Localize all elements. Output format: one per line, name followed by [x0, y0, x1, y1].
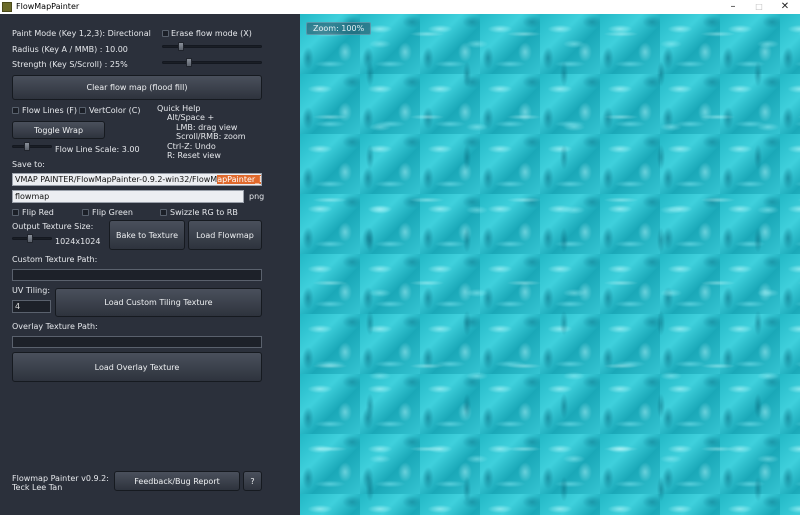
- swizzle-checkbox[interactable]: [160, 209, 167, 216]
- zoom-indicator: Zoom: 100%: [306, 22, 372, 35]
- version-label: Flowmap Painter v0.9.2:: [12, 474, 109, 483]
- overlay-texture-path-input[interactable]: [12, 336, 262, 348]
- overlay-texture-path-label: Overlay Texture Path:: [12, 322, 98, 331]
- bake-to-texture-button[interactable]: Bake to Texture: [109, 220, 185, 250]
- paint-mode-label: Paint Mode (Key 1,2,3): Directional: [12, 29, 151, 38]
- quick-help-line: Scroll/RMB: zoom: [176, 132, 246, 141]
- output-texture-size-label: Output Texture Size:: [12, 222, 94, 231]
- title-bar: FlowMapPainter – □ ✕: [0, 0, 800, 14]
- output-size-slider-knob[interactable]: [27, 234, 33, 243]
- save-path-selection: apPainter_Data: [217, 175, 261, 184]
- app-icon: [2, 2, 12, 12]
- close-button[interactable]: ✕: [772, 0, 798, 14]
- uv-tiling-label: UV Tiling:: [12, 286, 51, 295]
- custom-texture-path-label: Custom Texture Path:: [12, 255, 98, 264]
- water-texture-viewport[interactable]: Zoom: 100%: [300, 14, 800, 515]
- flow-lines-label: Flow Lines (F): [22, 106, 78, 115]
- radius-slider[interactable]: [162, 42, 262, 51]
- strength-slider[interactable]: [162, 58, 262, 67]
- quick-help-line: R: Reset view: [167, 151, 221, 160]
- flow-line-scale-slider-knob[interactable]: [24, 142, 30, 151]
- erase-flow-checkbox[interactable]: [162, 30, 169, 37]
- toggle-wrap-button[interactable]: Toggle Wrap: [12, 121, 105, 139]
- radius-label: Radius (Key A / MMB) : 10.00: [12, 45, 128, 54]
- author-label: Teck Lee Tan: [12, 483, 63, 492]
- load-flowmap-button[interactable]: Load Flowmap: [188, 220, 262, 250]
- radius-slider-knob[interactable]: [178, 42, 184, 51]
- output-size-slider[interactable]: [12, 234, 52, 243]
- custom-texture-path-input[interactable]: [12, 269, 262, 281]
- control-panel: Paint Mode (Key 1,2,3): Directional Eras…: [0, 14, 300, 515]
- help-button[interactable]: ?: [243, 471, 262, 491]
- strength-label: Strength (Key S/Scroll) : 25%: [12, 60, 128, 69]
- flow-lines-checkbox[interactable]: [12, 107, 19, 114]
- vert-color-checkbox[interactable]: [79, 107, 86, 114]
- quick-help-line: Alt/Space +: [167, 113, 215, 122]
- quick-help-line: LMB: drag view: [176, 123, 238, 132]
- flip-red-label: Flip Red: [22, 208, 54, 217]
- window-title: FlowMapPainter: [16, 2, 80, 11]
- quick-help-line: Ctrl-Z: Undo: [167, 142, 216, 151]
- flip-red-checkbox[interactable]: [12, 209, 19, 216]
- filename-input[interactable]: flowmap: [12, 190, 244, 203]
- minimize-button[interactable]: –: [720, 0, 746, 14]
- erase-flow-label: Erase flow mode (X): [171, 29, 252, 38]
- uv-tiling-input[interactable]: 4: [12, 300, 51, 313]
- save-path-text: VMAP PAINTER/FlowMapPainter-0.9.2-win32/…: [15, 175, 218, 184]
- save-to-label: Save to:: [12, 160, 45, 169]
- strength-slider-knob[interactable]: [186, 58, 192, 67]
- load-custom-tiling-texture-button[interactable]: Load Custom Tiling Texture: [55, 288, 262, 317]
- quick-help-title: Quick Help: [157, 104, 201, 113]
- swizzle-label: Swizzle RG to RB: [170, 208, 238, 217]
- extension-label: png: [249, 192, 265, 201]
- output-size-value: 1024x1024: [55, 237, 101, 246]
- load-overlay-texture-button[interactable]: Load Overlay Texture: [12, 352, 262, 382]
- feedback-bug-report-button[interactable]: Feedback/Bug Report: [114, 471, 240, 491]
- flow-line-scale-label: Flow Line Scale: 3.00: [55, 145, 140, 154]
- flip-green-label: Flip Green: [92, 208, 133, 217]
- clear-flow-map-button[interactable]: Clear flow map (flood fill): [12, 75, 262, 100]
- flip-green-checkbox[interactable]: [82, 209, 89, 216]
- vert-color-label: VertColor (C): [89, 106, 141, 115]
- flow-line-scale-slider[interactable]: [12, 142, 52, 151]
- save-path-input[interactable]: VMAP PAINTER/FlowMapPainter-0.9.2-win32/…: [12, 173, 262, 186]
- maximize-button[interactable]: □: [746, 0, 772, 14]
